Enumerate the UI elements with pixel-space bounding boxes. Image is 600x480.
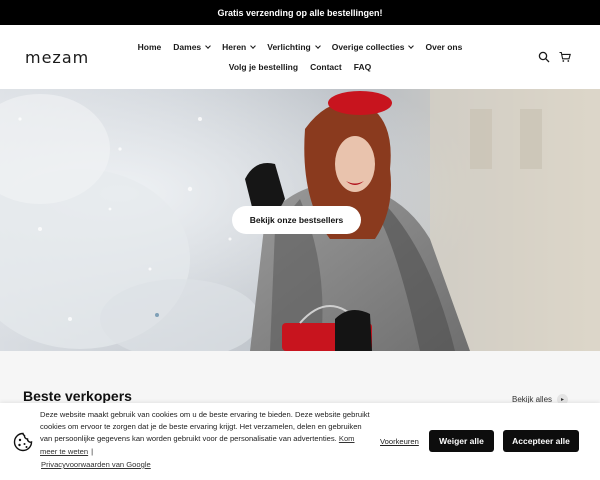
nav-label: Heren xyxy=(222,42,247,52)
nav-label: Dames xyxy=(173,42,202,52)
nav-label: Volg je bestelling xyxy=(228,62,299,72)
nav-item-contact[interactable]: Contact xyxy=(304,62,348,72)
cookie-banner: Deze website maakt gebruik van cookies o… xyxy=(0,403,600,480)
nav-label: Contact xyxy=(310,62,342,72)
nav-item-volg-bestelling[interactable]: Volg je bestelling xyxy=(223,62,304,72)
hero-cta-button[interactable]: Bekijk onze bestsellers xyxy=(232,206,361,234)
chevron-down-icon xyxy=(205,42,211,49)
nav-label: Home xyxy=(137,42,162,52)
nav-item-over-ons[interactable]: Over ons xyxy=(419,42,468,52)
hero-banner: Bekijk onze bestsellers xyxy=(0,89,600,351)
chevron-down-icon xyxy=(250,42,257,49)
cookie-icon xyxy=(13,432,33,452)
chevron-down-icon xyxy=(408,42,415,49)
nav-label: Over ons xyxy=(425,42,463,52)
slide-indicator-dot[interactable] xyxy=(155,313,159,317)
cookie-message: Deze website maakt gebruik van cookies o… xyxy=(40,409,370,458)
nav-item-dames[interactable]: Dames xyxy=(167,42,216,52)
main-nav: Home Dames Heren Verlichting Overige col… xyxy=(130,42,470,52)
announcement-bar: Gratis verzending op alle bestellingen! xyxy=(0,0,600,25)
preferences-link[interactable]: Voorkeuren xyxy=(380,437,419,446)
nav-item-home[interactable]: Home xyxy=(132,42,168,52)
logo[interactable]: mezam xyxy=(25,48,89,67)
site-header: mezam Home Dames Heren Verlichting Overi… xyxy=(0,25,600,89)
nav-item-faq[interactable]: FAQ xyxy=(348,62,377,72)
cart-icon[interactable] xyxy=(559,51,571,63)
reject-all-button[interactable]: Weiger alle xyxy=(429,430,494,452)
nav-item-overige-collecties[interactable]: Overige collecties xyxy=(326,42,420,52)
nav-label: Verlichting xyxy=(267,42,311,52)
separator: | xyxy=(91,446,94,456)
nav-label: Overige collecties xyxy=(331,42,405,52)
cookie-text: Deze website maakt gebruik van cookies o… xyxy=(40,410,370,444)
section-title: Beste verkopers xyxy=(23,388,132,404)
search-icon[interactable] xyxy=(538,51,550,63)
nav-item-verlichting[interactable]: Verlichting xyxy=(261,42,325,52)
nav-item-heren[interactable]: Heren xyxy=(216,42,261,52)
privacy-link[interactable]: Privacyvoorwaarden van Google xyxy=(41,460,151,469)
nav-label: FAQ xyxy=(353,62,372,72)
announcement-text: Gratis verzending op alle bestellingen! xyxy=(217,7,383,18)
accept-all-button[interactable]: Accepteer alle xyxy=(503,430,579,452)
secondary-nav: Volg je bestelling Contact FAQ xyxy=(130,62,470,72)
chevron-down-icon xyxy=(314,42,321,49)
